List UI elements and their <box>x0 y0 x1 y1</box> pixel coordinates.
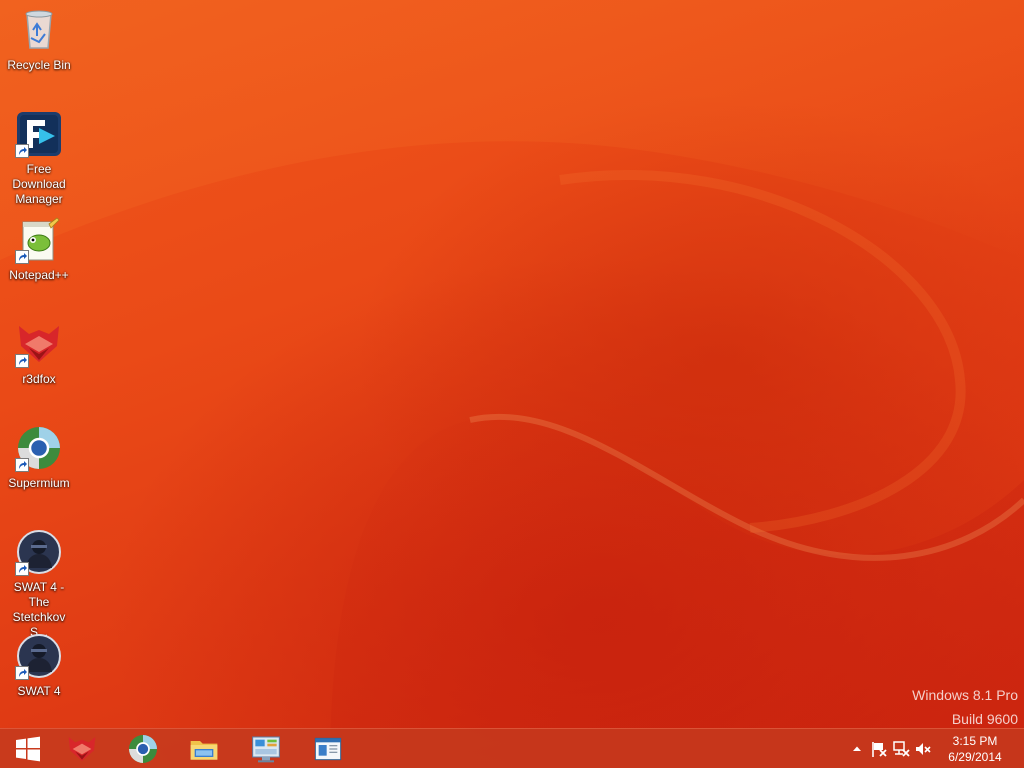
supermium-icon <box>129 735 157 763</box>
volume-muted-icon <box>916 743 931 755</box>
desktop-icon-notepad-plus-plus[interactable]: Notepad++ <box>0 216 78 283</box>
supermium-label: Supermium <box>8 476 70 490</box>
r3dfox-label: r3dfox <box>22 372 56 386</box>
clock-time: 3:15 PM <box>952 734 998 748</box>
show-hidden-icons-icon <box>853 746 861 751</box>
recycle-bin-icon <box>15 6 63 54</box>
recycle-bin-label: Recycle Bin <box>7 58 71 72</box>
desktop-icon-recycle-bin[interactable]: Recycle Bin <box>0 6 78 73</box>
shortcut-arrow-icon <box>15 354 29 368</box>
windows-version-watermark: Windows 8.1 Pro Build 9600 <box>912 683 1018 731</box>
shortcut-arrow-icon <box>15 250 29 264</box>
show-hidden-icons-button[interactable] <box>846 729 868 768</box>
shortcut-arrow-icon <box>15 666 29 680</box>
taskbar: 3:15 PM 6/29/2014 <box>0 728 1024 768</box>
swat4-stetchkov-label: SWAT 4 - The Stetchkov S... <box>12 580 66 639</box>
watermark-edition: Windows 8.1 Pro <box>912 687 1018 703</box>
clock-date: 6/29/2014 <box>948 750 1002 764</box>
supermium-icon <box>15 424 63 472</box>
desktop-icon-free-download-manager[interactable]: Free Download Manager <box>0 110 78 207</box>
notepad-plus-plus-label: Notepad++ <box>9 268 69 282</box>
file-explorer-icon <box>190 741 218 760</box>
volume-button[interactable] <box>912 729 934 768</box>
notepad-plus-plus-icon <box>15 216 63 264</box>
desktop-icon-swat4[interactable]: SWAT 4 <box>0 632 78 699</box>
taskbar-window-app[interactable] <box>300 729 356 768</box>
free-download-manager-icon <box>15 110 63 158</box>
shortcut-arrow-icon <box>15 144 29 158</box>
free-download-manager-label: Free Download Manager <box>12 162 66 206</box>
shortcut-arrow-icon <box>15 562 29 576</box>
desktop-icon-supermium[interactable]: Supermium <box>0 424 78 491</box>
taskbar-clock[interactable]: 3:15 PM 6/29/2014 <box>938 733 1012 765</box>
swat4-icon <box>15 632 63 680</box>
wallpaper-swirl <box>0 0 1024 768</box>
start-button[interactable] <box>0 729 56 768</box>
action-center-button[interactable] <box>868 729 890 768</box>
taskbar-supermium[interactable] <box>115 729 171 768</box>
swat4-stetchkov-icon <box>15 528 63 576</box>
taskbar-control-panel[interactable] <box>238 729 294 768</box>
start-icon <box>16 736 40 762</box>
window-app-icon <box>314 737 342 761</box>
taskbar-r3dfox[interactable] <box>54 729 110 768</box>
notification-area <box>846 729 934 768</box>
desktop[interactable]: Recycle Bin Free Download Manager Notepa… <box>0 0 1024 768</box>
control-panel-icon <box>252 736 280 763</box>
swat4-label: SWAT 4 <box>17 684 61 698</box>
network-icon <box>893 741 910 757</box>
network-button[interactable] <box>890 729 912 768</box>
taskbar-file-explorer[interactable] <box>176 729 232 768</box>
r3dfox-icon <box>68 737 96 761</box>
desktop-icon-r3dfox[interactable]: r3dfox <box>0 320 78 387</box>
action-center-flag-icon <box>872 742 887 757</box>
desktop-icon-swat4-stetchkov[interactable]: SWAT 4 - The Stetchkov S... <box>0 528 78 640</box>
r3dfox-icon <box>15 320 63 368</box>
shortcut-arrow-icon <box>15 458 29 472</box>
